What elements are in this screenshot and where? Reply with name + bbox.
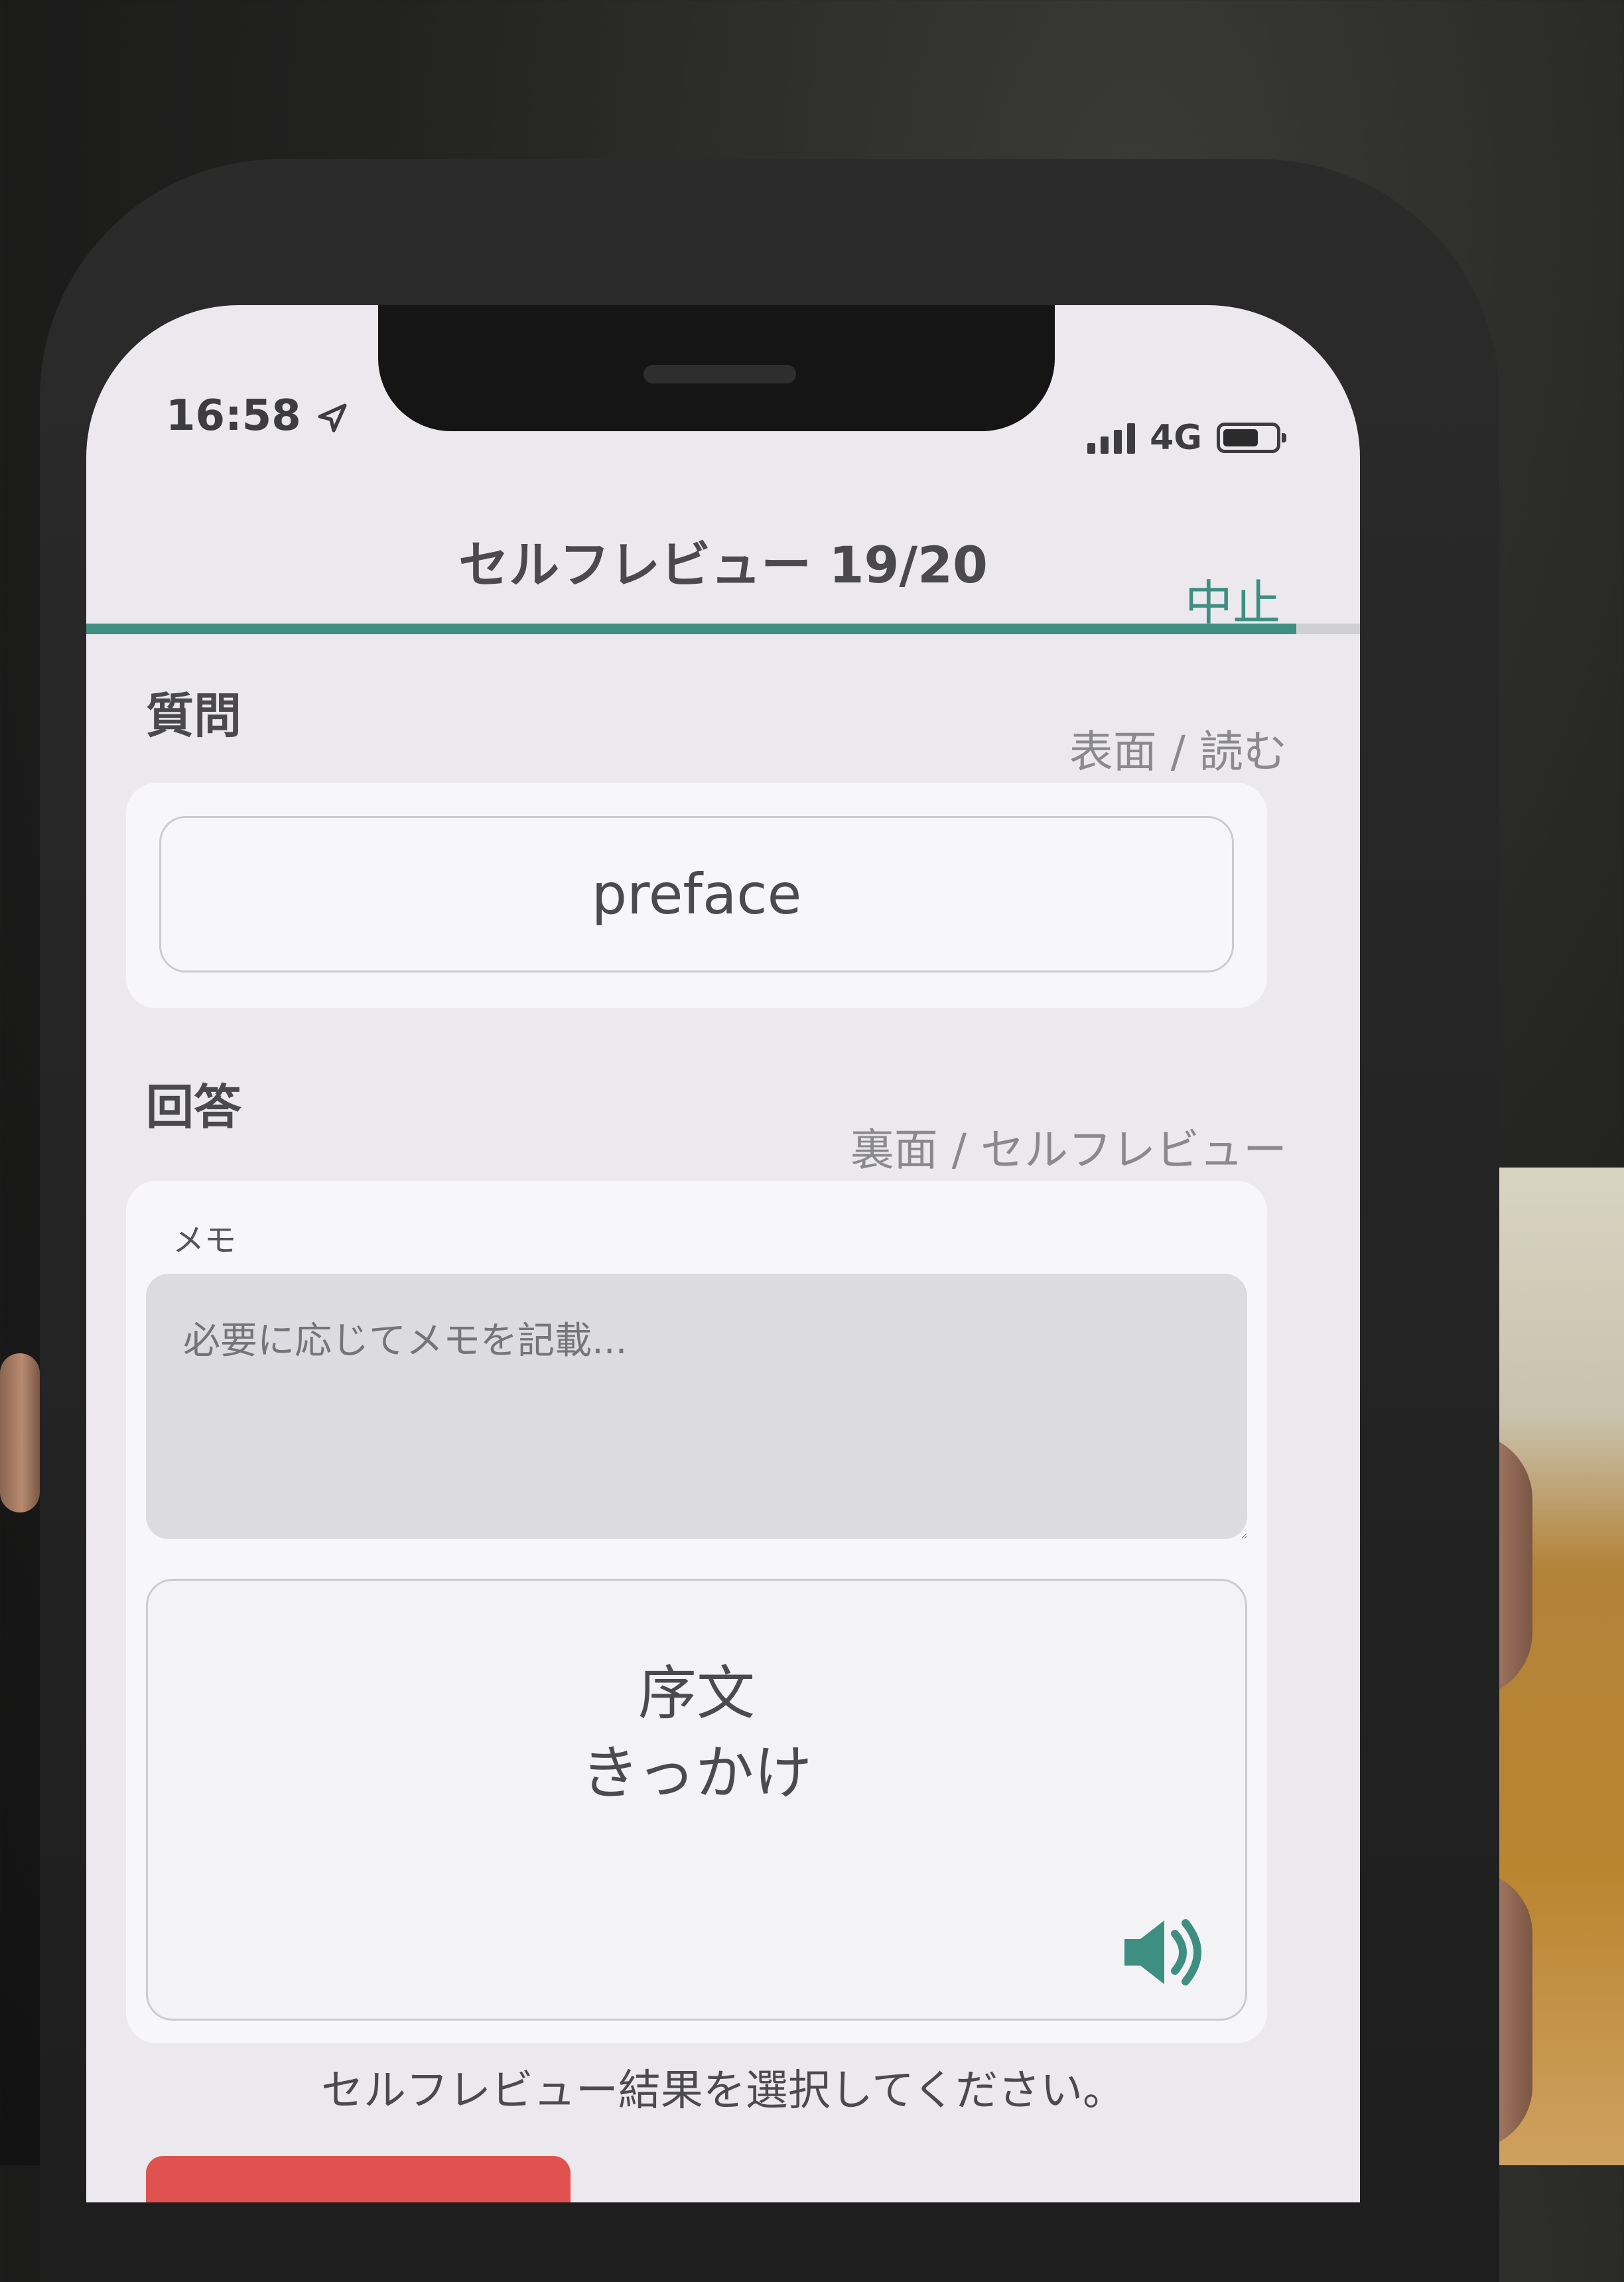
page-title: セルフレビュー 19/20 [458,535,988,594]
answer-meaning: 序文 きっかけ [580,1659,813,1807]
memo-input[interactable] [146,1274,1247,1539]
battery-icon [1217,423,1286,453]
signal-icon [1087,422,1136,454]
review-result-button[interactable] [146,2156,571,2202]
answer-box: 序文 きっかけ [146,1579,1247,2021]
network-type: 4G [1150,418,1202,458]
status-indicators: 4G [1087,418,1286,458]
question-card: preface [126,783,1267,1008]
answer-section-title: 回答 [146,1079,242,1135]
answer-side-label: 裏面 / セルフレビュー [850,1124,1287,1175]
question-section-title: 質問 [146,688,242,744]
status-time: 16:58 [166,391,349,440]
phone-screen: 16:58 4G セルフレビュー 19/20 中止 質問 表面 / 読む pre… [86,305,1360,2202]
memo-label: メモ [172,1222,237,1259]
notch [378,305,1055,431]
question-side-label: 表面 / 読む [1069,726,1287,777]
answer-card: メモ 序文 きっかけ [126,1181,1267,2043]
location-arrow-icon [318,403,347,433]
progress-fill [86,624,1296,634]
review-instruction: セルフレビュー結果を選択してください。 [320,2066,1126,2115]
speaker-icon[interactable] [1119,1913,1212,1992]
question-word: preface [159,816,1234,973]
progress-bar [86,624,1360,634]
finger [0,1353,40,1512]
earpiece [643,365,796,383]
